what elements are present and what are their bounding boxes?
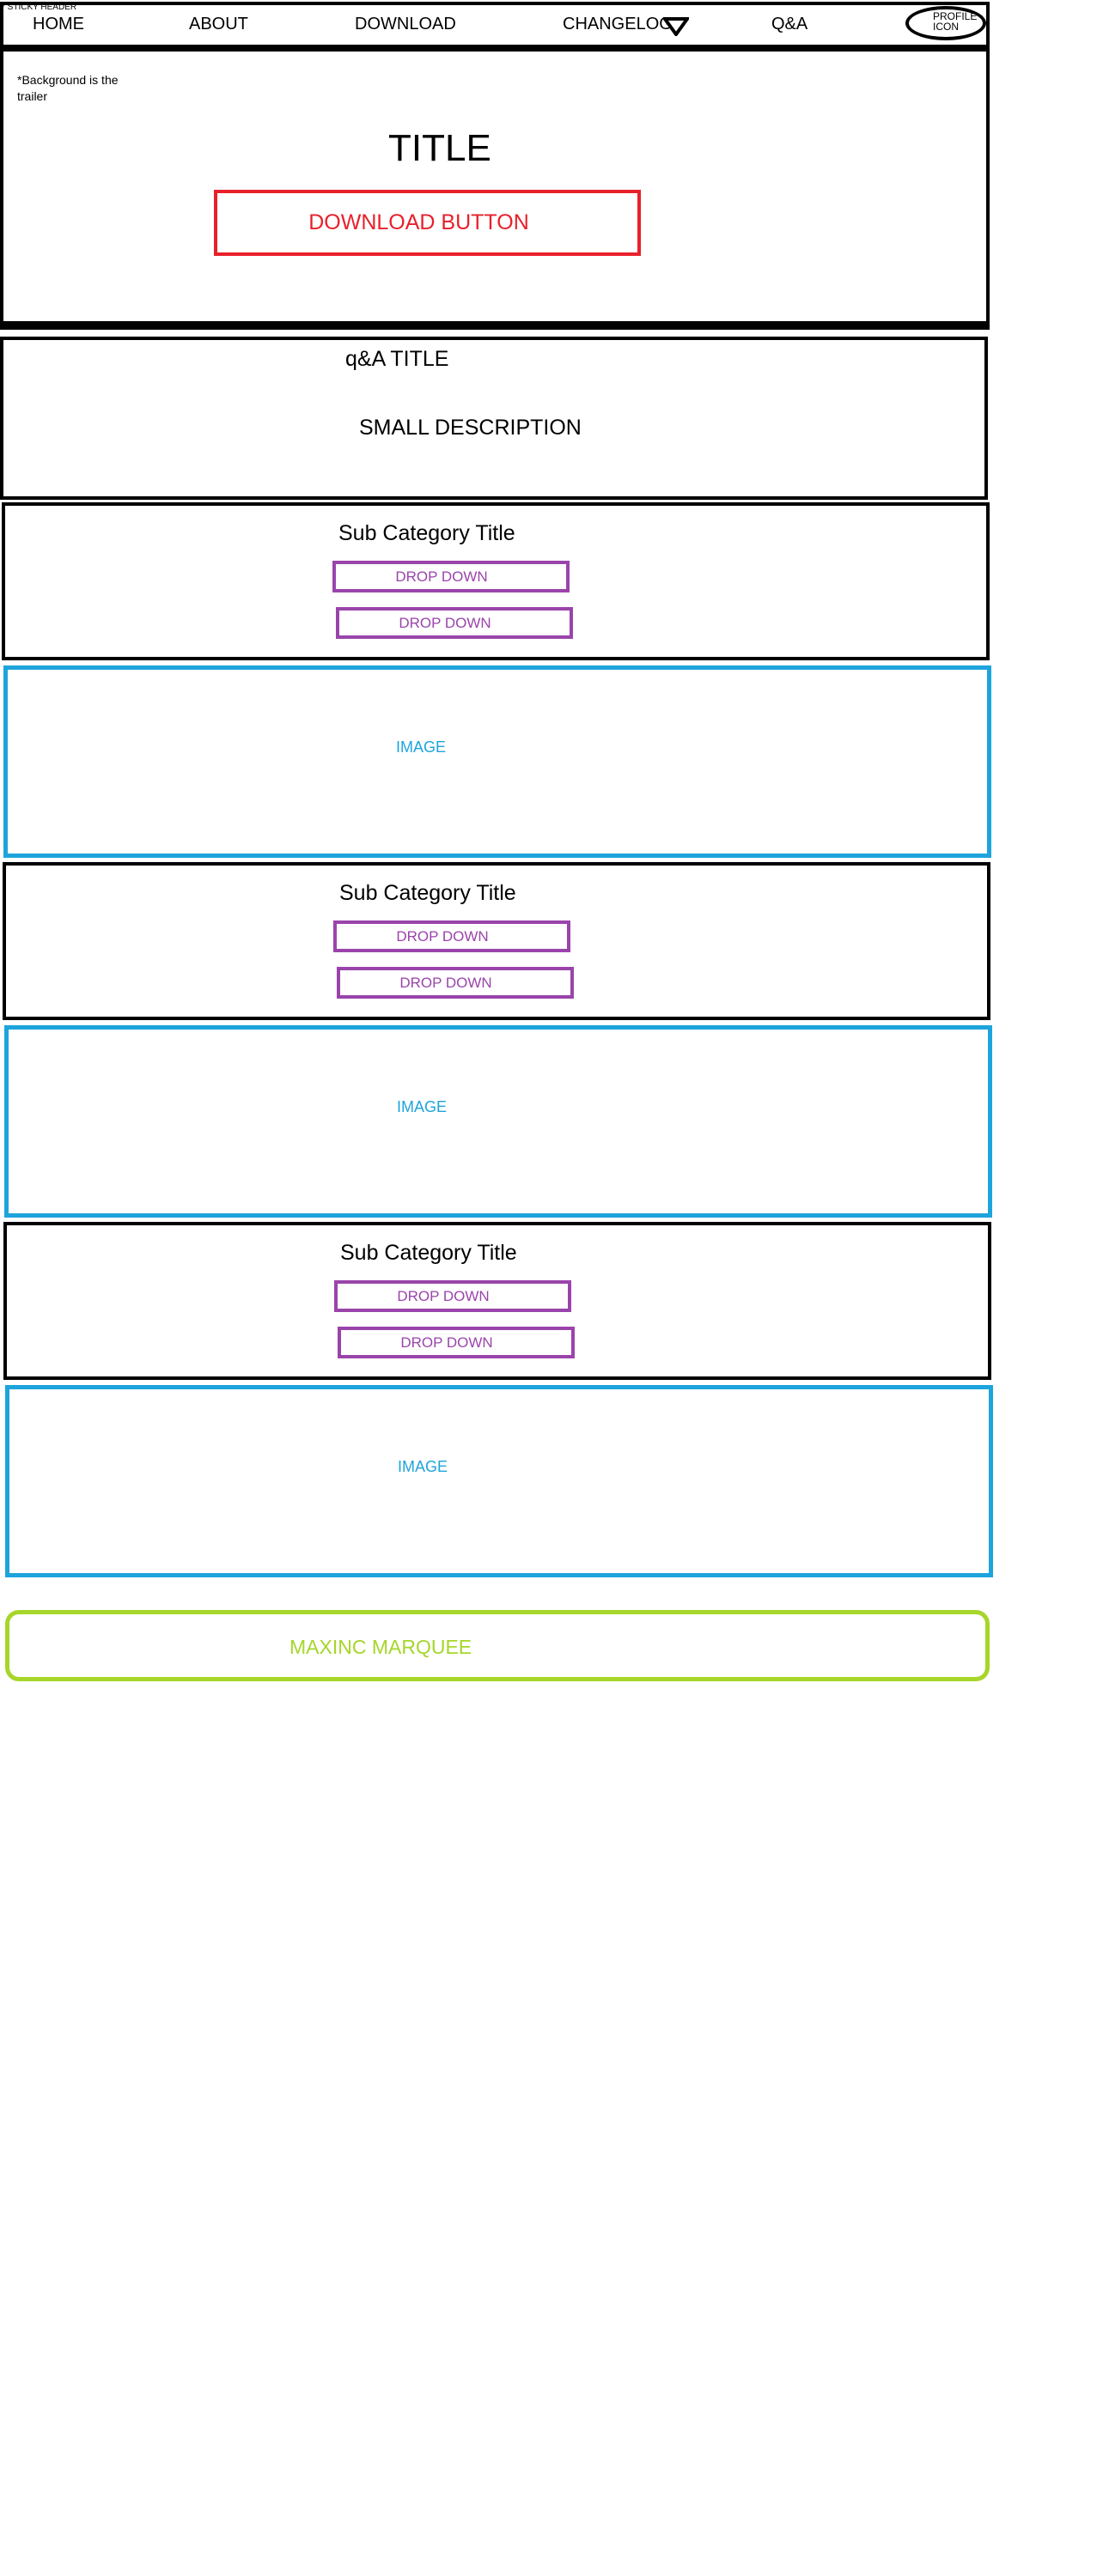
subcategory-title: Sub Category Title xyxy=(340,1241,517,1265)
nav-about[interactable]: ABOUT xyxy=(189,15,248,33)
image-label: IMAGE xyxy=(397,1098,448,1115)
dropdown[interactable]: DROP DOWN xyxy=(334,1280,571,1312)
qa-description: SMALL DESCRIPTION xyxy=(359,416,582,440)
nav-download[interactable]: DOWNLOAD xyxy=(355,15,456,33)
hero-title: TITLE xyxy=(388,127,491,169)
dropdown[interactable]: DROP DOWN xyxy=(333,920,570,952)
qa-title: q&A TITLE xyxy=(345,347,449,371)
dropdown[interactable]: DROP DOWN xyxy=(332,561,570,592)
marquee-bar xyxy=(5,1610,990,1681)
marquee-label: MAXINC MARQUEE xyxy=(289,1636,472,1658)
image-placeholder xyxy=(3,665,991,858)
image-placeholder xyxy=(4,1025,992,1218)
sticky-header xyxy=(0,2,990,48)
sticky-header-note: * STICKY HEADER xyxy=(2,3,77,12)
triangle-down-icon[interactable] xyxy=(663,17,689,36)
download-button[interactable]: DOWNLOAD BUTTON xyxy=(214,190,641,256)
nav-home[interactable]: HOME xyxy=(33,15,84,33)
nav-changelog[interactable]: CHANGELOG xyxy=(563,15,673,33)
nav-qa[interactable]: Q&A xyxy=(771,15,807,33)
subcategory-title: Sub Category Title xyxy=(338,521,515,545)
hero-background-note: *Background is the trailer xyxy=(17,73,119,103)
dropdown[interactable]: DROP DOWN xyxy=(338,1327,575,1358)
image-placeholder xyxy=(5,1385,993,1577)
image-label: IMAGE xyxy=(396,738,447,756)
image-label: IMAGE xyxy=(398,1458,448,1475)
subcategory-title: Sub Category Title xyxy=(339,881,516,905)
profile-icon-label: PROFILE ICON xyxy=(933,10,978,33)
profile-icon[interactable]: PROFILE ICON xyxy=(905,6,986,40)
dropdown[interactable]: DROP DOWN xyxy=(336,607,573,639)
hero-section xyxy=(0,48,990,330)
dropdown[interactable]: DROP DOWN xyxy=(337,967,574,999)
